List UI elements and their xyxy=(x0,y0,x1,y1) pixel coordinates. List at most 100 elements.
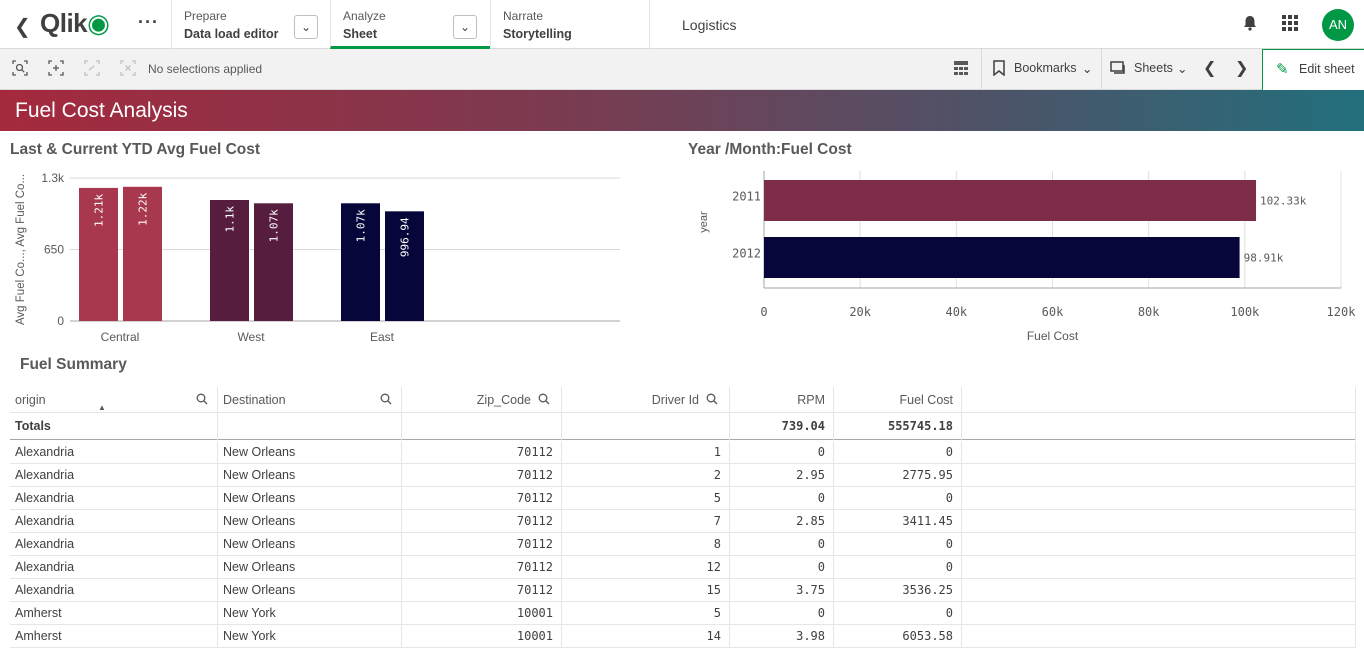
table-cell: Amherst xyxy=(10,625,218,648)
search-icon[interactable] xyxy=(380,393,392,405)
chart-title-year-month: Year /Month:Fuel Cost xyxy=(688,141,852,158)
x-tick-label: 100k xyxy=(1230,305,1260,319)
selections-tool-icon[interactable] xyxy=(46,60,66,79)
table-title: Fuel Summary xyxy=(20,356,127,373)
tab-analyze[interactable]: Analyze Sheet ⌄ xyxy=(330,0,490,49)
column-header[interactable]: Destination xyxy=(218,387,402,413)
tab-prepare[interactable]: Prepare Data load editor ⌄ xyxy=(171,0,330,49)
x-category-label: West xyxy=(237,330,265,344)
x-axis-label: Fuel Cost xyxy=(1027,329,1079,343)
back-arrow-icon[interactable]: ❮ xyxy=(14,14,31,39)
table-row[interactable]: Alexandria New Orleans 70112 15 3.75 3536.25 xyxy=(10,579,1356,602)
year-fuel-cost-bar-chart[interactable]: 0 20k 40k 60k 80k 100k 120k 2011 102.33k 2012 98.9… xyxy=(680,162,1364,352)
bar xyxy=(764,180,1257,221)
column-header[interactable]: origin xyxy=(10,387,218,413)
edit-sheet-label: Edit sheet xyxy=(1299,62,1355,76)
table-row[interactable]: Alexandria New Orleans 70112 2 2.95 2775.95 xyxy=(10,464,1356,487)
table-row[interactable]: Alexandria New Orleans 70112 7 2.85 3411.45 xyxy=(10,510,1356,533)
table-row[interactable]: Alexandria New Orleans 70112 1 0 0 xyxy=(10,441,1356,464)
table-row[interactable]: Alexandria New Orleans 70112 5 0 0 xyxy=(10,487,1356,510)
x-category-label: East xyxy=(370,330,395,344)
bar-value-label: 1.07k xyxy=(355,209,368,242)
table-cell: 3.75 xyxy=(730,579,834,602)
table-cell: Alexandria xyxy=(10,487,218,510)
x-tick-label: 40k xyxy=(945,305,967,319)
table-cell: New York xyxy=(218,625,402,648)
y-tick-label: 1.3k xyxy=(41,171,65,185)
table-header-row[interactable]: origin Destination Zip_Code Driver Id RPM Fue… xyxy=(10,387,1356,413)
table-cell: Alexandria xyxy=(10,510,218,533)
y-category-label: 2012 xyxy=(732,247,761,261)
sheets-icon[interactable] xyxy=(1108,60,1128,77)
column-header-label: RPM xyxy=(797,393,825,407)
table-cell: 70112 xyxy=(402,579,562,602)
chevron-down-icon[interactable]: ⌄ xyxy=(294,15,318,39)
table-cell: New Orleans xyxy=(218,510,402,533)
column-header[interactable]: Driver Id xyxy=(562,387,730,413)
edit-sheet-button[interactable]: ✎ Edit sheet xyxy=(1262,49,1364,90)
toolbar-divider xyxy=(981,49,982,89)
apps-grid-icon[interactable] xyxy=(1281,14,1299,37)
table-cell: 3411.45 xyxy=(834,510,962,533)
table-cell: Alexandria xyxy=(10,441,218,464)
table-row[interactable]: Alexandria New Orleans 70112 12 0 0 xyxy=(10,556,1356,579)
table-cell: 0 xyxy=(730,441,834,464)
table-cell: 3536.25 xyxy=(834,579,962,602)
totals-cell xyxy=(962,413,1356,440)
ytd-fuel-cost-bar-chart[interactable]: 0 650 1.3k Avg Fuel Co..., Avg Fuel Co... 1.… xyxy=(0,162,630,352)
qlik-logo[interactable]: Qlik◉ xyxy=(40,8,110,39)
tab-narrate[interactable]: Narrate Storytelling xyxy=(490,0,649,49)
column-header-empty xyxy=(962,387,1356,413)
selections-status: No selections applied xyxy=(148,62,263,76)
chevron-down-icon[interactable]: ⌄ xyxy=(453,15,477,39)
next-sheet-icon[interactable]: ❯ xyxy=(1235,58,1248,78)
column-header[interactable]: Zip_Code xyxy=(402,387,562,413)
bell-icon[interactable] xyxy=(1241,14,1259,37)
bar-value-label: 1.22k xyxy=(137,192,150,225)
table-cell-empty xyxy=(962,464,1356,487)
x-tick-label: 80k xyxy=(1138,305,1160,319)
table-cell-empty xyxy=(962,625,1356,648)
column-header-label: Fuel Cost xyxy=(899,393,954,407)
table-totals-row[interactable]: Totals 739.04 555745.18 xyxy=(10,413,1356,440)
table-cell: 2.95 xyxy=(730,464,834,487)
chevron-down-icon[interactable]: ⌄ xyxy=(1177,61,1187,76)
table-cell-empty xyxy=(962,441,1356,464)
previous-sheet-icon[interactable]: ❮ xyxy=(1203,58,1216,78)
table-row[interactable]: Amherst New York 10001 5 0 0 xyxy=(10,602,1356,625)
x-tick-label: 120k xyxy=(1327,305,1357,319)
bar-value-label: 102.33k xyxy=(1260,195,1307,208)
column-header-label: Destination xyxy=(223,393,286,407)
step-forward-icon[interactable] xyxy=(82,60,102,79)
totals-cell xyxy=(402,413,562,440)
bookmarks-button[interactable]: Bookmarks xyxy=(1014,61,1077,75)
clear-selections-icon[interactable] xyxy=(118,60,138,79)
table-cell: 0 xyxy=(730,602,834,625)
smart-search-icon[interactable] xyxy=(10,60,30,79)
sort-ascending-icon: ▲ xyxy=(98,403,106,412)
table-cell: Alexandria xyxy=(10,579,218,602)
column-header[interactable]: RPM xyxy=(730,387,834,413)
search-icon[interactable] xyxy=(196,393,208,405)
search-icon[interactable] xyxy=(706,393,718,405)
table-cell: 0 xyxy=(730,533,834,556)
table-cell: 70112 xyxy=(402,510,562,533)
table-cell: 0 xyxy=(834,556,962,579)
column-header[interactable]: Fuel Cost xyxy=(834,387,962,413)
sheet-title-banner: Fuel Cost Analysis xyxy=(0,90,1364,131)
table-cell: 15 xyxy=(562,579,730,602)
table-cell: Alexandria xyxy=(10,464,218,487)
table-cell: 7 xyxy=(562,510,730,533)
table-cell: 70112 xyxy=(402,464,562,487)
table-row[interactable]: Alexandria New Orleans 70112 8 0 0 xyxy=(10,533,1356,556)
bar-value-label: 1.1k xyxy=(224,206,237,233)
table-cell: 2 xyxy=(562,464,730,487)
search-icon[interactable] xyxy=(538,393,550,405)
sheets-button[interactable]: Sheets xyxy=(1134,61,1173,75)
sheet-grid-icon[interactable] xyxy=(951,60,971,79)
table-row[interactable]: Amherst New York 10001 14 3.98 6053.58 xyxy=(10,625,1356,648)
more-options-icon[interactable]: ··· xyxy=(138,12,159,33)
avatar[interactable]: AN xyxy=(1322,9,1354,41)
chevron-down-icon[interactable]: ⌄ xyxy=(1082,61,1092,76)
bookmark-icon[interactable] xyxy=(989,60,1009,79)
